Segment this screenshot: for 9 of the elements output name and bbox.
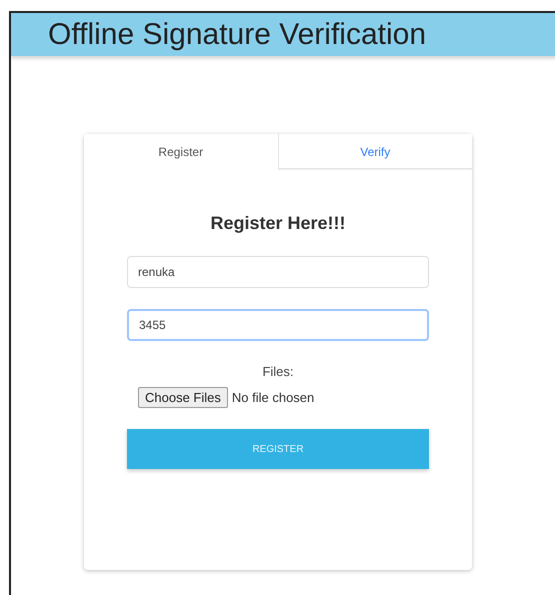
input-field[interactable]: 3455: [127, 309, 429, 341]
file-status: No file chosen: [232, 390, 314, 405]
form-heading: Register Here!!!: [210, 213, 346, 234]
input-field[interactable]: renuka: [127, 256, 429, 288]
tab[interactable]: Verify: [278, 134, 472, 170]
app-title: Offline Signature Verification: [48, 18, 426, 52]
files-label: Files:: [262, 364, 294, 379]
tab[interactable]: Register: [84, 134, 278, 170]
choose-files-button[interactable]: Choose Files: [138, 387, 228, 408]
